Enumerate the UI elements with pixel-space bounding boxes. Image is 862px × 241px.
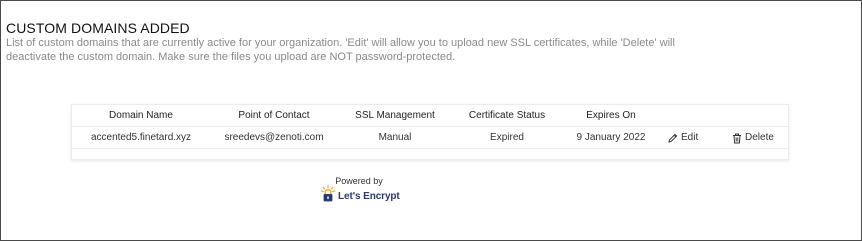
padlock-sun-icon [321,184,335,208]
edit-label: Edit [681,132,699,143]
lets-encrypt-logo: Let's Encrypt [321,184,400,208]
header-ssl-management: SSL Management [355,110,435,121]
header-point-of-contact: Point of Contact [238,110,310,121]
pencil-icon [668,133,678,143]
ssl-management-cell: Manual [378,132,412,143]
contact-email-cell: sreedevs@zenoti.com [224,132,324,143]
section-description: List of custom domains that are currentl… [6,37,675,63]
lets-encrypt-text: Let's Encrypt [338,190,400,202]
section-title: CUSTOM DOMAINS ADDED [6,20,190,36]
edit-button[interactable]: Edit [668,127,698,149]
domain-name-cell: accented5.finetard.xyz [90,132,192,143]
trash-icon [732,133,742,144]
table-row: accented5.finetard.xyz sreedevs@zenoti.c… [72,127,788,149]
delete-button[interactable]: Delete [732,127,774,149]
table-header-row: Domain Name Point of Contact SSL Managem… [72,105,788,127]
header-expires-on: Expires On [586,110,636,121]
expires-on-cell: 9 January 2022 [576,132,646,143]
header-domain-name: Domain Name [109,110,173,121]
delete-label: Delete [745,132,774,143]
header-certificate-status: Certificate Status [468,110,546,121]
certificate-status-cell: Expired [490,132,524,143]
custom-domains-table: Domain Name Point of Contact SSL Managem… [71,104,789,160]
